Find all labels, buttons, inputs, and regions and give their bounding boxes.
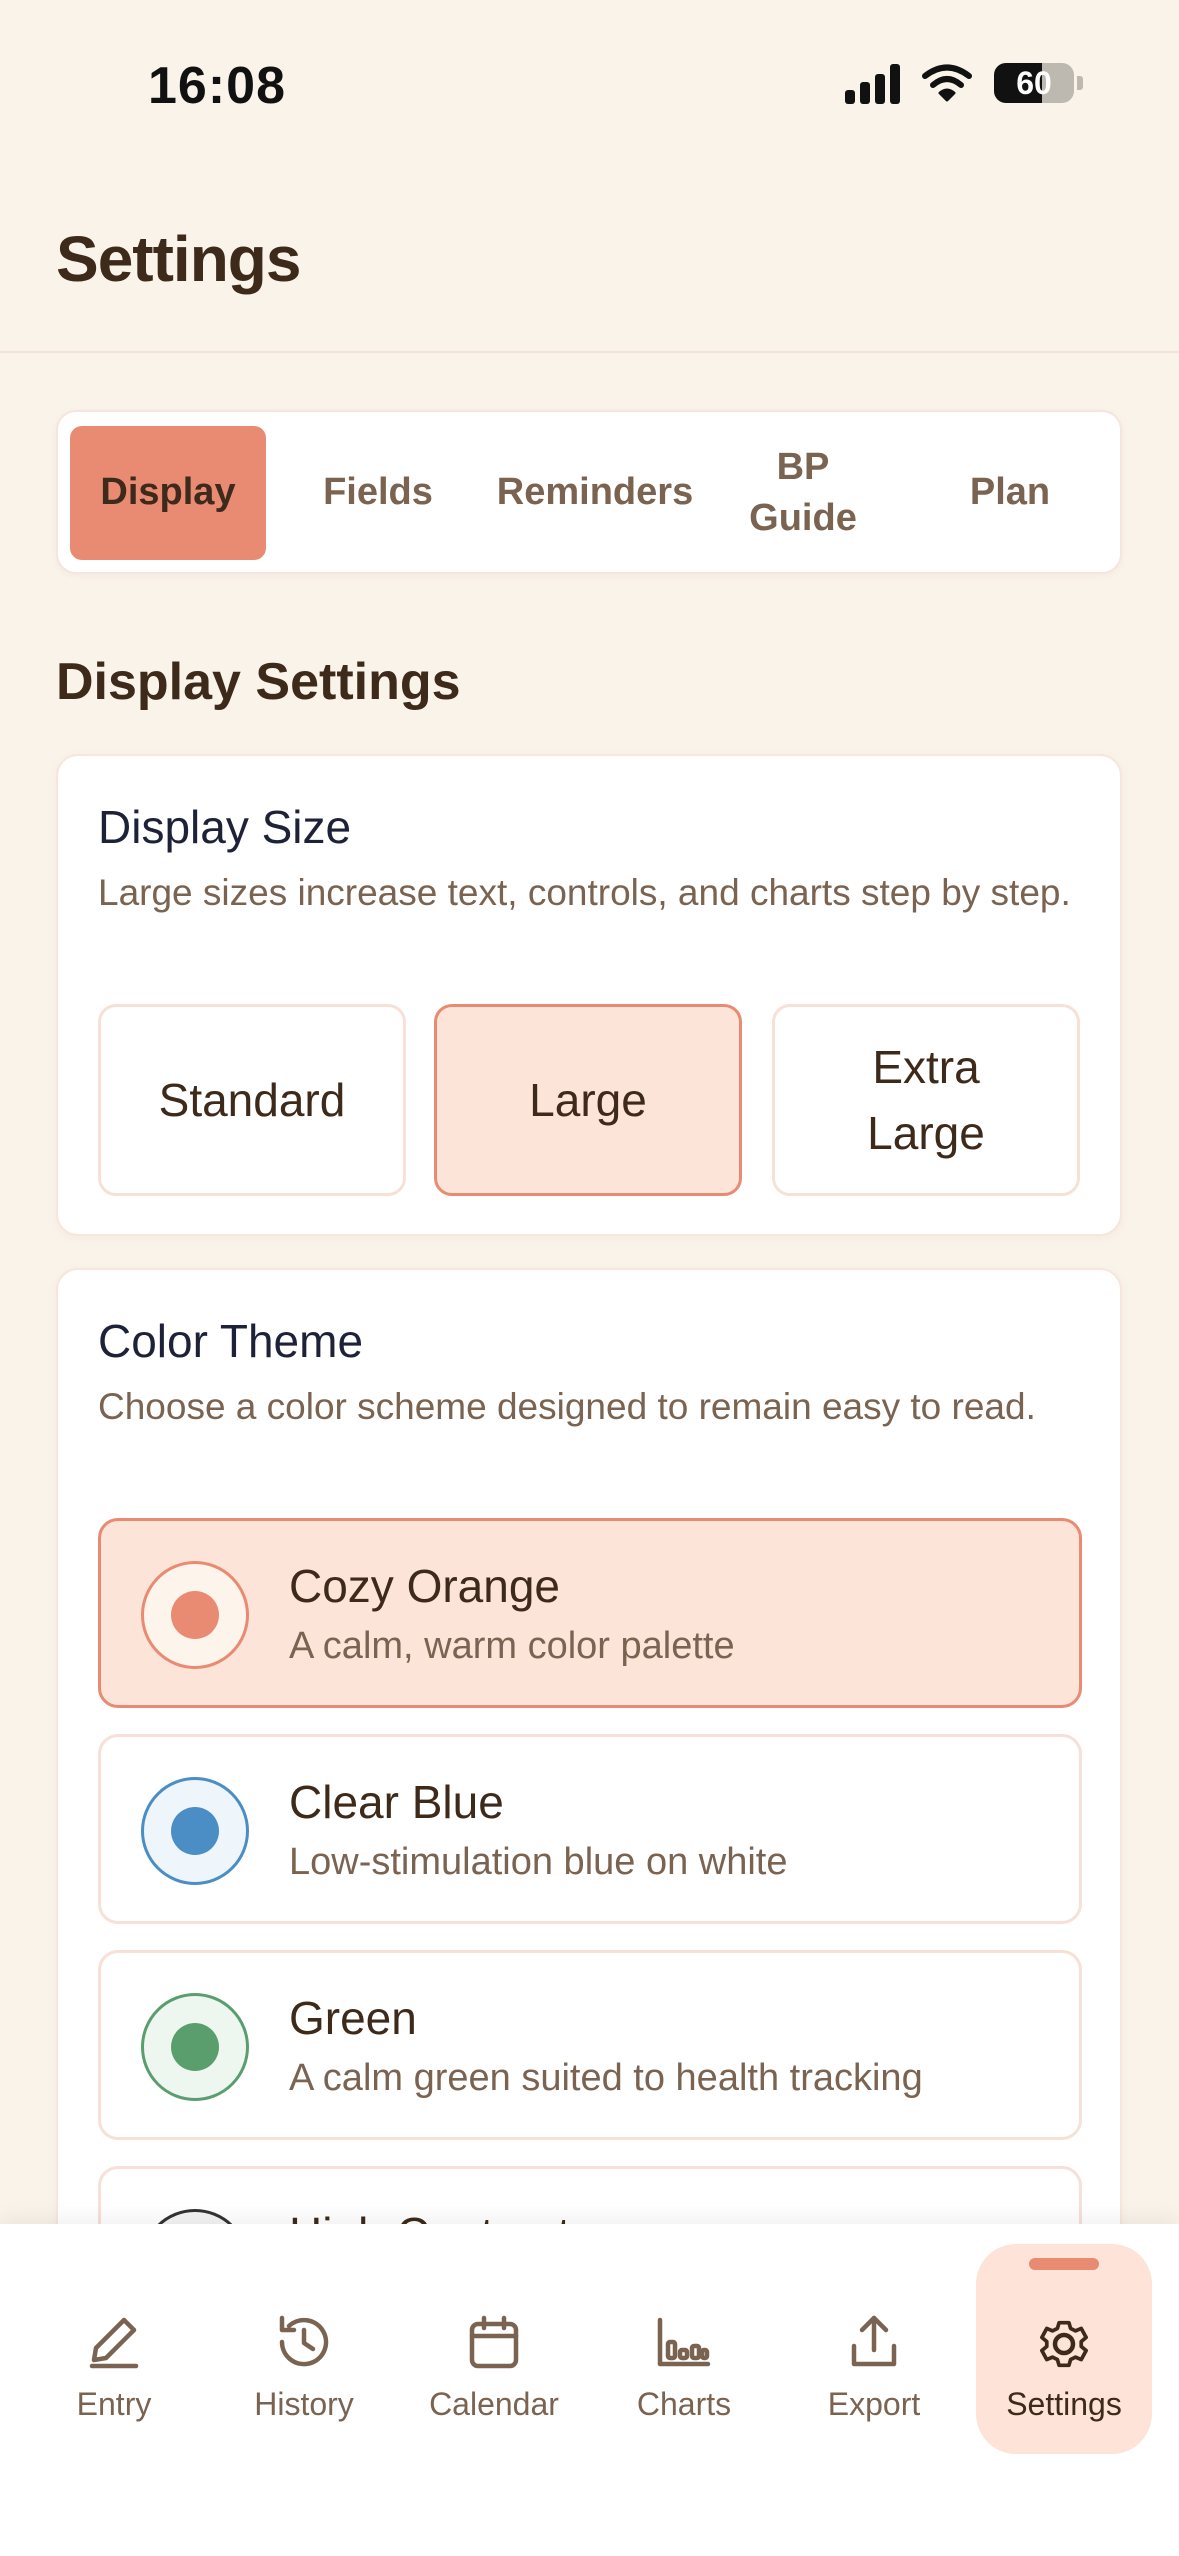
nav-label: Entry [76, 2386, 152, 2422]
nav-label: Charts [636, 2386, 732, 2422]
tab-bp-guide[interactable]: BP Guide [718, 426, 888, 560]
bottom-nav: Entry History Calendar Charts Export Set… [0, 2224, 1179, 2556]
history-icon [279, 2315, 329, 2367]
chart-icon [657, 2317, 711, 2367]
battery-level: 60 [1016, 64, 1052, 101]
nav-label: Export [827, 2386, 921, 2422]
theme-option-green[interactable]: Green A calm green suited to health trac… [98, 1950, 1082, 2140]
theme-description: Low-stimulation blue on white [289, 1841, 788, 1883]
size-option-extra-large-label: Extra Large [867, 1041, 985, 1159]
status-bar: 16:08 60 [0, 0, 1179, 175]
nav-export[interactable]: Export [786, 2244, 962, 2454]
nav-label: Settings [1006, 2386, 1122, 2422]
radio-selected-icon [141, 1561, 249, 1669]
header-divider [0, 351, 1179, 353]
nav-label: History [254, 2386, 354, 2422]
calendar-icon [469, 2315, 519, 2369]
display-size-description: Large sizes increase text, controls, and… [98, 872, 1071, 913]
export-icon [851, 2315, 897, 2367]
theme-description: A calm, warm color palette [289, 1625, 735, 1667]
nav-charts[interactable]: Charts [596, 2244, 772, 2454]
tab-plan[interactable]: Plan [910, 426, 1110, 560]
theme-name: Cozy Orange [289, 1560, 561, 1612]
active-indicator [1029, 2258, 1099, 2270]
gear-icon [1040, 2320, 1088, 2368]
radio-icon [141, 1777, 249, 1885]
section-heading: Display Settings [56, 653, 461, 711]
theme-option-cozy-orange[interactable]: Cozy Orange A calm, warm color palette [98, 1518, 1082, 1708]
nav-history[interactable]: History [216, 2244, 392, 2454]
wifi-icon [922, 64, 972, 102]
status-time: 16:08 [148, 57, 286, 115]
theme-description: A calm green suited to health tracking [289, 2057, 923, 2099]
size-option-large[interactable]: Large [434, 1004, 742, 1196]
size-option-extra-large[interactable]: Extra Large [772, 1004, 1080, 1196]
tab-display[interactable]: Display [70, 426, 266, 560]
signal-icon [845, 62, 900, 104]
color-theme-title: Color Theme [98, 1315, 364, 1367]
radio-icon [141, 1993, 249, 2101]
nav-entry[interactable]: Entry [26, 2244, 202, 2454]
nav-label: Calendar [429, 2386, 559, 2422]
page-title: Settings [56, 223, 301, 295]
nav-calendar[interactable]: Calendar [406, 2244, 582, 2454]
display-size-title: Display Size [98, 801, 352, 853]
color-theme-description: Choose a color scheme designed to remain… [98, 1386, 1036, 1427]
color-theme-card: Color Theme Choose a color scheme design… [56, 1268, 1122, 2268]
display-size-card: Display Size Large sizes increase text, … [56, 754, 1122, 1236]
theme-option-clear-blue[interactable]: Clear Blue Low-stimulation blue on white [98, 1734, 1082, 1924]
pencil-icon [89, 2317, 139, 2369]
theme-name: Green [289, 1992, 417, 2044]
theme-name: Clear Blue [289, 1776, 504, 1828]
nav-settings[interactable]: Settings [976, 2244, 1152, 2454]
battery-indicator: 60 [994, 63, 1083, 103]
settings-tabs: Display Fields Reminders BP Guide Plan [56, 410, 1122, 574]
size-option-standard[interactable]: Standard [98, 1004, 406, 1196]
battery-icon: 60 [994, 63, 1074, 103]
tab-reminders[interactable]: Reminders [490, 426, 700, 560]
tab-bp-guide-label: BP Guide [749, 445, 857, 539]
status-icons: 60 [845, 62, 1083, 104]
tab-fields[interactable]: Fields [280, 426, 476, 560]
